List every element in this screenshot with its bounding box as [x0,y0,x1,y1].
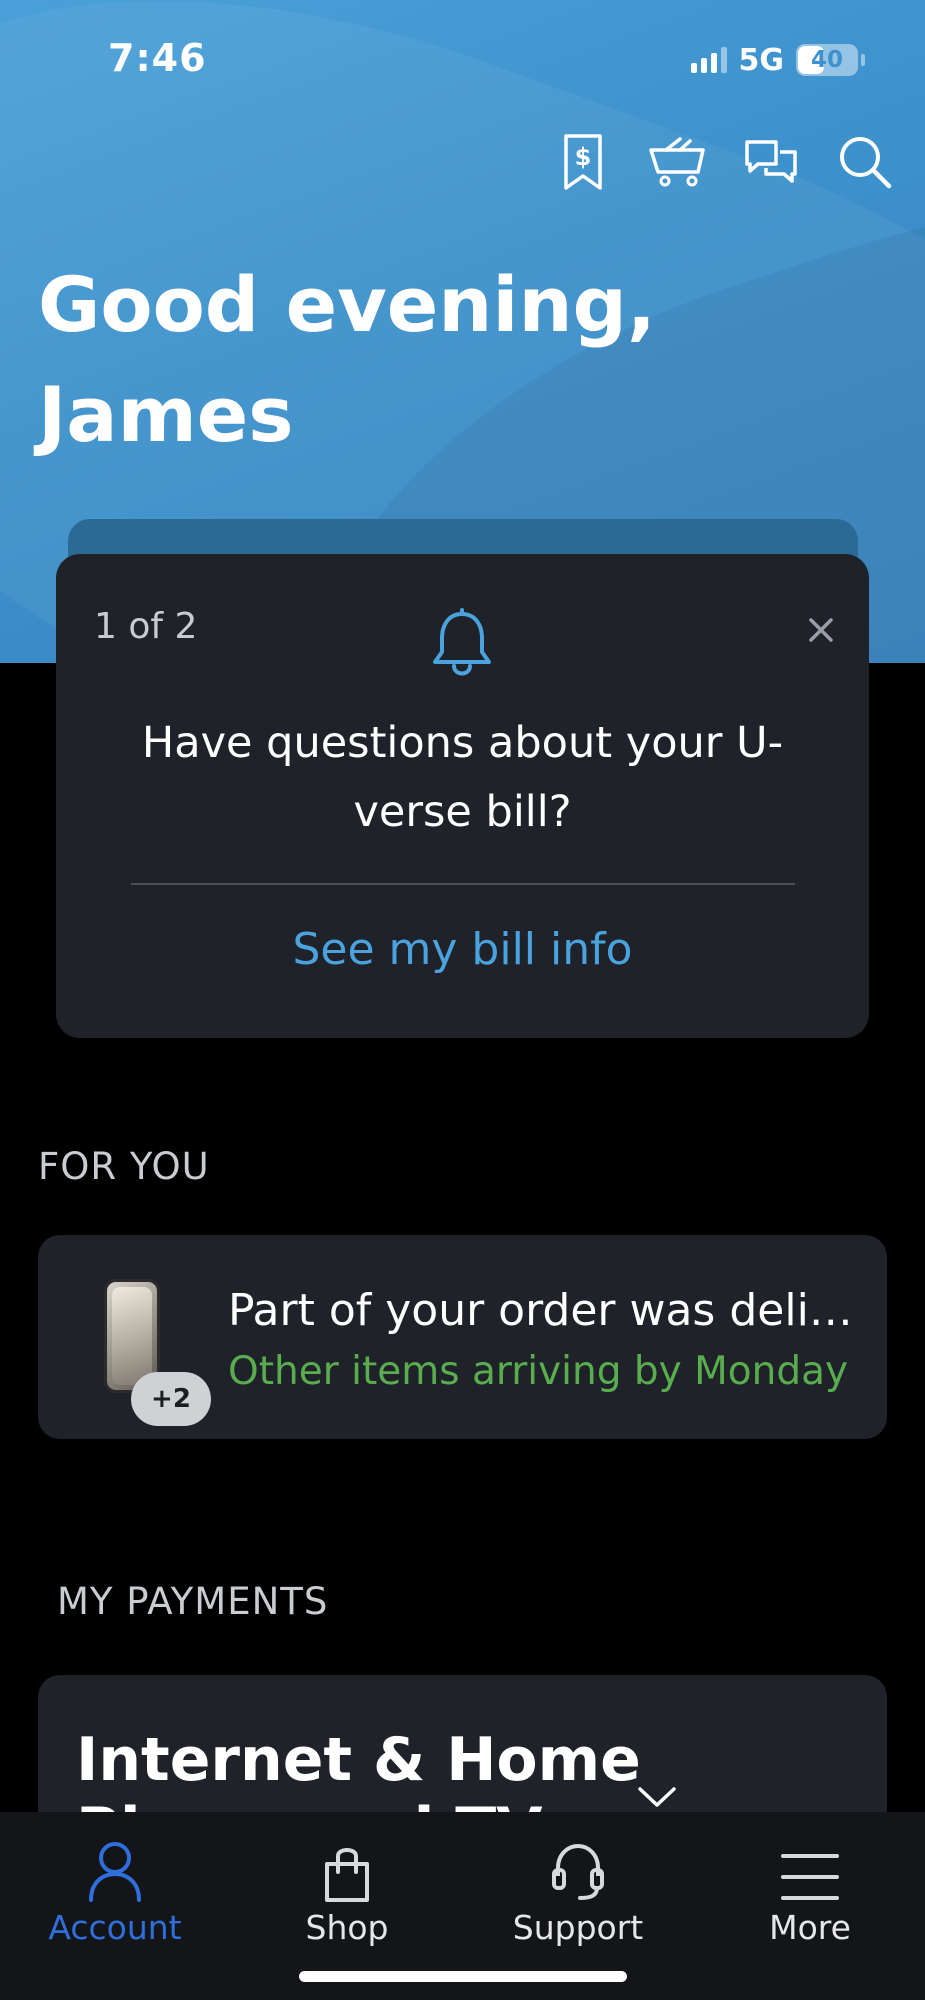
status-time: 7:46 [108,36,207,80]
tab-label: Shop [305,1908,389,1947]
order-status-card[interactable]: +2 Part of your order was deli… Other it… [38,1235,887,1439]
section-title-payments: MY PAYMENTS [57,1580,329,1623]
signal-icon [690,47,727,73]
header-actions: $ [553,130,895,194]
greeting-name: James [38,370,294,459]
divider [131,883,795,885]
cart-icon[interactable] [647,130,707,194]
network-label: 5G [738,42,785,78]
tab-label: Support [512,1908,644,1947]
order-title: Part of your order was deli… [228,1285,853,1336]
section-title-for-you: FOR YOU [38,1145,210,1188]
order-subtitle: Other items arriving by Monday [228,1349,849,1394]
see-bill-info-link[interactable]: See my bill info [56,924,869,975]
menu-icon [710,1812,910,1902]
tab-support[interactable]: Support [478,1812,678,1947]
notification-message: Have questions about your U-verse bill? [141,718,784,837]
battery-level: 40 [810,47,843,73]
tab-shop[interactable]: Shop [247,1812,447,1947]
svg-text:$: $ [575,143,592,171]
headset-icon [478,1812,678,1902]
notification-counter: 1 of 2 [94,606,198,647]
bill-icon[interactable]: $ [553,130,613,194]
tab-account[interactable]: Account [15,1812,215,1947]
status-indicators: 5G 40 [690,42,865,78]
tab-label: Account [48,1908,182,1947]
person-icon [15,1812,215,1902]
notification-card[interactable]: 1 of 2 Have questions about your U-verse… [56,554,869,1038]
tab-more[interactable]: More [710,1812,910,1947]
greeting-line: Good evening, [38,260,656,349]
bell-icon [430,608,494,684]
search-icon[interactable] [835,130,895,194]
close-icon[interactable] [801,610,841,650]
chevron-down-icon[interactable] [637,1785,677,1813]
home-indicator [299,1971,627,1982]
greeting: Good evening, James [38,250,656,470]
more-items-badge: +2 [131,1372,211,1426]
tab-label: More [769,1908,851,1947]
bag-icon [247,1812,447,1902]
chat-icon[interactable] [741,130,801,194]
battery-icon: 40 [796,44,858,76]
